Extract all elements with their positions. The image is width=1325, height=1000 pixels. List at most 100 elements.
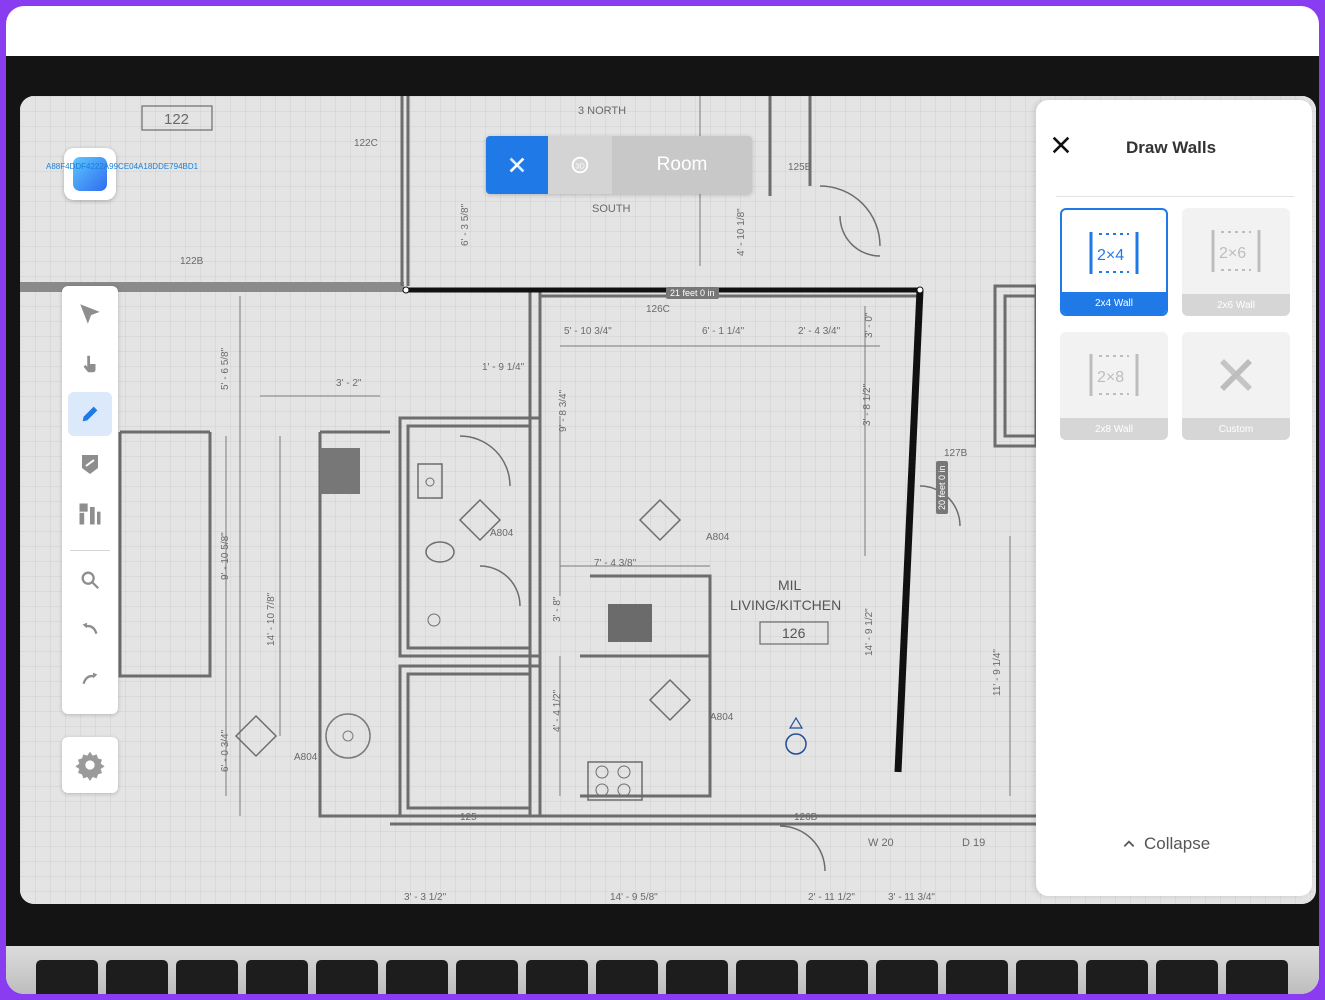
key [1226, 960, 1288, 994]
label-south: SOUTH [592, 203, 631, 215]
dim-text-12: 5' - 6 5/8" [220, 347, 231, 390]
draw-tool[interactable] [68, 392, 112, 436]
objects-tool[interactable] [68, 492, 112, 536]
key [596, 960, 658, 994]
key [1016, 960, 1078, 994]
wall-2x4-icon: 2×4 [1062, 210, 1166, 296]
settings-button[interactable] [62, 737, 118, 793]
dim-text-16: 11' - 9 1/4" [992, 649, 1003, 696]
cursor-arrow-icon [80, 304, 100, 324]
tag-ruler-icon [82, 455, 98, 474]
top-wall-length-label: 21 feet 0 in [666, 287, 719, 299]
right-wall-length-label: 20 feet 0 in [936, 461, 948, 514]
redo-icon [82, 672, 98, 685]
label-122c: 122C [354, 138, 378, 149]
wall-2x4-label: 2x4 Wall [1062, 292, 1166, 314]
room-name-line2: LIVING/KITCHEN [730, 597, 841, 613]
tag-d19: D 19 [962, 837, 985, 849]
dim-text-9: 14' - 9 1/2" [864, 608, 875, 656]
dim-text-22: 3' - 11 3/4" [888, 892, 935, 903]
collapse-label: Collapse [1144, 834, 1211, 853]
dim-text-4: 1' - 9 1/4" [482, 362, 525, 373]
keyboard-keys [36, 960, 1288, 994]
mode-switcher: 3D Room [486, 136, 752, 194]
wall-2x8-glyph: 2×8 [1097, 369, 1124, 386]
key [666, 960, 728, 994]
key [806, 960, 868, 994]
undo-icon [82, 622, 98, 635]
dim-text-20: 14' - 9 5/8" [610, 892, 658, 903]
key [876, 960, 938, 994]
key [946, 960, 1008, 994]
label-127b: 127B [944, 448, 968, 459]
wall-type-2x6[interactable]: 2×6 2x6 Wall [1182, 208, 1290, 316]
room-mode-button[interactable]: Room [612, 136, 752, 194]
tag-a804-4: A804 [294, 752, 318, 763]
close-icon [1052, 136, 1070, 154]
wall-2x8-label: 2x8 Wall [1060, 418, 1168, 440]
wall-type-2x8[interactable]: 2×8 2x8 Wall [1060, 332, 1168, 440]
key [176, 960, 238, 994]
panel-divider [1056, 196, 1294, 197]
zoom-tool[interactable] [68, 558, 112, 602]
pan-tool[interactable] [68, 342, 112, 386]
collapse-button[interactable]: Collapse [1122, 834, 1210, 854]
tag-a804-3: A804 [710, 712, 734, 723]
label-122b: 122B [180, 256, 204, 267]
redo-button[interactable] [68, 658, 112, 702]
draw-mode-button[interactable] [486, 136, 548, 194]
svg-text:3D: 3D [575, 162, 584, 171]
key [736, 960, 798, 994]
dim-text-10: 14' - 10 7/8" [266, 592, 277, 646]
tag-a804-2: A804 [706, 532, 730, 543]
ruler-pencil-custom-icon [1182, 332, 1290, 418]
key [456, 960, 518, 994]
key [246, 960, 308, 994]
chevron-up-icon [1123, 840, 1135, 847]
measure-tool[interactable] [68, 442, 112, 486]
dim-text-17: 6' - 3 5/8" [460, 203, 471, 246]
label-125b: 125B [788, 162, 812, 173]
key [36, 960, 98, 994]
search-icon [81, 571, 100, 590]
furniture-icon [79, 503, 101, 525]
key [386, 960, 448, 994]
dim-text-21: 2' - 11 1/2" [808, 892, 855, 903]
panel-title: Draw Walls [1126, 138, 1217, 157]
select-tool[interactable] [68, 292, 112, 336]
wall-2x8-icon: 2×8 [1060, 332, 1168, 418]
gear-icon [75, 751, 105, 781]
dim-text-14: 4' - 4 1/2" [552, 689, 563, 732]
dim-text-11: 9' - 10 5/8" [220, 532, 231, 580]
dim-text-5: 3' - 2" [336, 378, 362, 389]
undo-button[interactable] [68, 608, 112, 652]
wall-2x4-glyph: 2×4 [1097, 247, 1124, 264]
device-frame: 122 122C 122B 125B 126C 126B 127B 125 3 … [6, 6, 1319, 994]
wall-type-2x4[interactable]: 2×4 2x4 Wall [1060, 208, 1168, 316]
left-toolbar [62, 286, 118, 714]
custom-wall-label: Custom [1182, 418, 1290, 440]
wall-2x6-glyph: 2×6 [1219, 245, 1246, 262]
3d-view-button[interactable]: 3D [548, 136, 613, 194]
label-126c: 126C [646, 304, 670, 315]
label-room-122: 122 [164, 111, 189, 128]
wall-type-custom[interactable]: Custom [1182, 332, 1290, 440]
dim-text-3: 2' - 4 3/4" [798, 326, 841, 337]
dim-text-7: 9' - 8 3/4" [558, 389, 569, 432]
app-screen: 122 122C 122B 125B 126C 126B 127B 125 3 … [20, 96, 1316, 904]
dim-text-1: 5' - 10 3/4" [564, 326, 612, 337]
wall-2x6-icon: 2×6 [1182, 208, 1290, 294]
key [316, 960, 378, 994]
room-number: 126 [782, 625, 806, 641]
dim-text-15: 3' - 8" [552, 596, 563, 622]
device-id-text: A88F4DDF4222A99CE04A18DDE794BD1 [46, 162, 199, 171]
laptop-keyboard [6, 946, 1319, 994]
dim-text-23: 3' - 3 1/2" [404, 892, 447, 903]
close-panel-button[interactable] [1046, 130, 1076, 160]
key [1086, 960, 1148, 994]
hand-icon [83, 355, 96, 373]
dim-text-18: 4' - 10 1/8" [736, 208, 747, 256]
dim-text-19: 3' - 0" [864, 312, 875, 338]
dim-text-8: 3' - 8 1/2" [862, 383, 873, 426]
key [106, 960, 168, 994]
